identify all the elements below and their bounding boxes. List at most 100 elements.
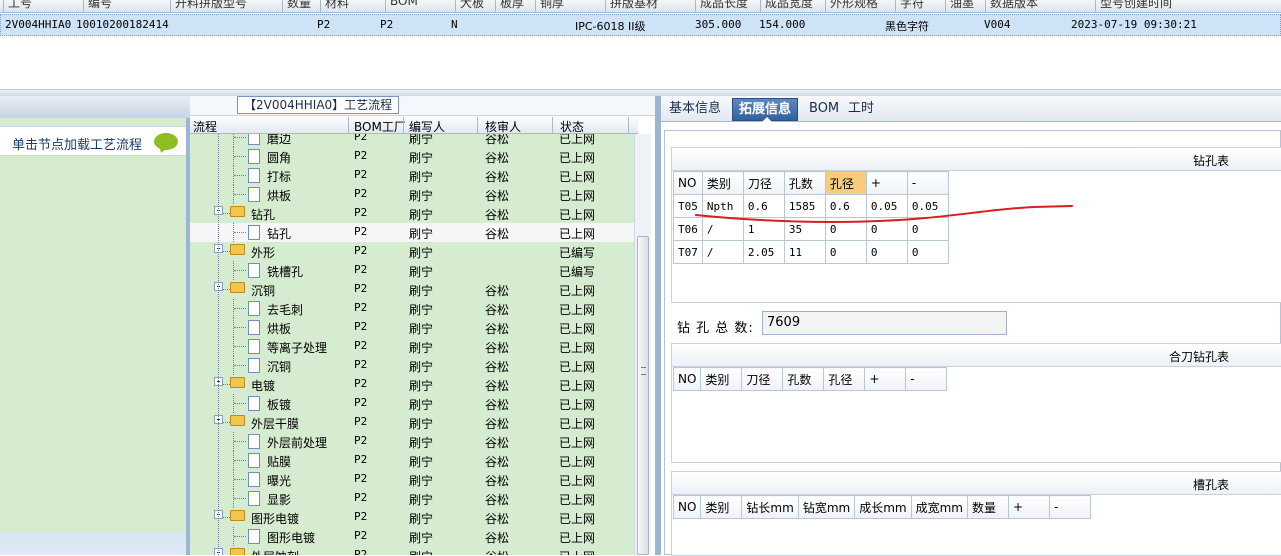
tab-basic-info[interactable]: 基本信息 bbox=[663, 98, 727, 121]
process-name: 板镀 bbox=[267, 398, 292, 412]
process-reviewer: 谷松 bbox=[485, 398, 510, 412]
col-reviewer[interactable]: 核审人 bbox=[485, 118, 521, 135]
process-factory: P2 bbox=[354, 206, 368, 219]
header-label[interactable]: 材料 bbox=[325, 0, 349, 11]
process-writer: 刷宁 bbox=[409, 548, 433, 555]
drill-table-body: NO 类别 刀径 孔数 孔径 + - T05 Npth 0.6 1585 0.6 0.05 0.05 T06… bbox=[671, 171, 1281, 303]
header-label[interactable]: 油墨 bbox=[950, 0, 974, 11]
column-header[interactable]: NO bbox=[673, 171, 703, 195]
process-row[interactable]: 贴膜 P2 刷宁 谷松 已上网 bbox=[190, 451, 634, 470]
process-row[interactable]: 去毛刺 P2 刷宁 谷松 已上网 bbox=[190, 299, 634, 318]
document-icon bbox=[248, 301, 260, 316]
process-row[interactable]: 曝光 P2 刷宁 谷松 已上网 bbox=[190, 470, 634, 489]
header-label[interactable]: 数据版本 bbox=[990, 0, 1038, 11]
process-row[interactable]: 烘板 P2 刷宁 谷松 已上网 bbox=[190, 318, 634, 337]
column-header[interactable]: 孔数 bbox=[782, 367, 825, 391]
column-header[interactable]: 钻长mm bbox=[741, 495, 799, 519]
process-row[interactable]: - 电镀 P2 刷宁 谷松 已上网 bbox=[190, 375, 634, 394]
column-header[interactable]: 刀径 bbox=[741, 367, 784, 391]
process-row[interactable]: - 钻孔 P2 刷宁 谷松 已上网 bbox=[190, 204, 634, 223]
header-label[interactable]: BOM bbox=[390, 0, 418, 8]
column-header[interactable]: 成长mm bbox=[854, 495, 912, 519]
column-header[interactable]: + bbox=[865, 171, 908, 195]
column-header[interactable]: + bbox=[1007, 495, 1050, 519]
column-header[interactable]: 类别 bbox=[701, 171, 744, 195]
process-row[interactable]: 图形电镀 P2 刷宁 谷松 已上网 bbox=[190, 527, 634, 546]
process-tree-scrollbar[interactable] bbox=[634, 134, 651, 555]
column-header[interactable]: 类别 bbox=[700, 367, 743, 391]
process-status: 已上网 bbox=[559, 189, 596, 203]
process-row[interactable]: - 外形 P2 刷宁 已编写 bbox=[190, 242, 634, 261]
model-grid-row-selected[interactable]: 2V004HHIA0 10010200182414 P2 P2 N IPC-60… bbox=[0, 14, 1281, 36]
table-cell: 11 bbox=[783, 240, 826, 264]
process-row[interactable]: 磨边 P2 刷宁 谷松 已上网 bbox=[190, 134, 634, 147]
header-label[interactable]: 外形规格 bbox=[830, 0, 878, 11]
process-row[interactable]: 沉铜 P2 刷宁 谷松 已上网 bbox=[190, 356, 634, 375]
column-header[interactable]: + bbox=[864, 367, 907, 391]
process-row[interactable]: -外层蚀刻P2刷宁谷松已上网 bbox=[190, 546, 634, 555]
process-row[interactable]: - 图形电镀 P2 刷宁 谷松 已上网 bbox=[190, 508, 634, 527]
column-header[interactable]: 钻宽mm bbox=[797, 495, 856, 519]
tab-work-hours[interactable]: 工时 bbox=[842, 98, 880, 121]
process-writer: 刷宁 bbox=[409, 379, 434, 393]
process-status: 已编写 bbox=[559, 265, 596, 279]
column-header[interactable]: - bbox=[905, 367, 948, 391]
header-label[interactable]: 型号创建时间 bbox=[1100, 0, 1172, 11]
process-writer: 刷宁 bbox=[409, 493, 434, 507]
column-header[interactable]: 孔径 bbox=[823, 367, 866, 391]
process-factory: P2 bbox=[354, 263, 368, 276]
slot-table-body: NO 类别 钻长mm 钻宽mm 成长mm 成宽mm 数量 + - bbox=[671, 495, 1281, 556]
process-row[interactable]: 钻孔 P2 刷宁 谷松 已上网 bbox=[190, 223, 634, 242]
column-header[interactable]: - bbox=[906, 171, 949, 195]
process-row[interactable]: 铣槽孔 P2 刷宁 已编写 bbox=[190, 261, 634, 280]
process-reviewer: 谷松 bbox=[485, 531, 510, 545]
column-header[interactable]: NO bbox=[672, 367, 702, 391]
column-header[interactable]: 成宽mm bbox=[910, 495, 968, 519]
column-header[interactable]: NO bbox=[672, 495, 702, 519]
column-header[interactable]: 孔径 bbox=[824, 171, 867, 195]
slot-table: NO 类别 钻长mm 钻宽mm 成长mm 成宽mm 数量 + - bbox=[672, 495, 1091, 519]
column-header[interactable]: 刀径 bbox=[742, 171, 785, 195]
process-row[interactable]: 烘板 P2 刷宁 谷松 已上网 bbox=[190, 185, 634, 204]
process-row[interactable]: 打标 P2 刷宁 谷松 已上网 bbox=[190, 166, 634, 185]
process-row[interactable]: 板镀 P2 刷宁 谷松 已上网 bbox=[190, 394, 634, 413]
header-label[interactable]: 大板 bbox=[460, 0, 484, 11]
col-writer[interactable]: 编写人 bbox=[409, 118, 445, 135]
table-cell: 0 bbox=[906, 240, 949, 264]
header-label[interactable]: 成品宽度 bbox=[765, 0, 813, 11]
tab-bom[interactable]: BOM bbox=[803, 98, 845, 121]
process-factory: P2 bbox=[354, 301, 368, 314]
header-label[interactable]: 工号 bbox=[8, 0, 32, 11]
column-header[interactable]: 类别 bbox=[700, 495, 743, 519]
column-header[interactable]: - bbox=[1048, 495, 1091, 519]
col-bom-factory[interactable]: BOM工厂 bbox=[354, 118, 406, 135]
process-reviewer: 谷松 bbox=[485, 189, 510, 203]
header-label[interactable]: 铜厚 bbox=[540, 0, 564, 11]
process-row[interactable]: - 外层干膜 P2 刷宁 谷松 已上网 bbox=[190, 413, 634, 432]
process-row[interactable]: 显影 P2 刷宁 谷松 已上网 bbox=[190, 489, 634, 508]
load-process-item[interactable]: 单击节点加载工艺流程 bbox=[0, 126, 186, 156]
process-factory: P2 bbox=[354, 510, 368, 523]
header-label[interactable]: 开料拼版型号 bbox=[175, 0, 247, 11]
col-status[interactable]: 状态 bbox=[560, 118, 584, 135]
header-label[interactable]: 板厚 bbox=[500, 0, 524, 11]
header-label[interactable]: 数量 bbox=[287, 0, 311, 11]
header-label[interactable]: 成品长度 bbox=[700, 0, 748, 11]
process-factory: P2 bbox=[354, 225, 368, 238]
process-row[interactable]: 等离子处理 P2 刷宁 谷松 已上网 bbox=[190, 337, 634, 356]
combo-table-title-bar: 合刀钻孔表 bbox=[671, 343, 1281, 367]
process-writer: 刷宁 bbox=[409, 531, 434, 545]
process-row[interactable]: 圆角 P2 刷宁 谷松 已上网 bbox=[190, 147, 634, 166]
scrollbar-thumb[interactable] bbox=[637, 236, 649, 555]
table-row[interactable]: T07/2.05 11 0 0 0 bbox=[673, 240, 949, 264]
header-label[interactable]: 拼版基材 bbox=[610, 0, 658, 11]
col-flow[interactable]: 流程 bbox=[193, 118, 217, 135]
process-row[interactable]: - 沉铜 P2 刷宁 谷松 已上网 bbox=[190, 280, 634, 299]
drill-total-field[interactable]: 7609 bbox=[762, 311, 1007, 335]
column-header[interactable]: 数量 bbox=[966, 495, 1009, 519]
process-name: 沉铜 bbox=[251, 284, 276, 298]
column-header[interactable]: 孔数 bbox=[783, 171, 826, 195]
header-label[interactable]: 编号 bbox=[88, 0, 112, 11]
process-row[interactable]: 外层前处理 P2 刷宁 谷松 已上网 bbox=[190, 432, 634, 451]
header-label[interactable]: 字符 bbox=[900, 0, 924, 11]
